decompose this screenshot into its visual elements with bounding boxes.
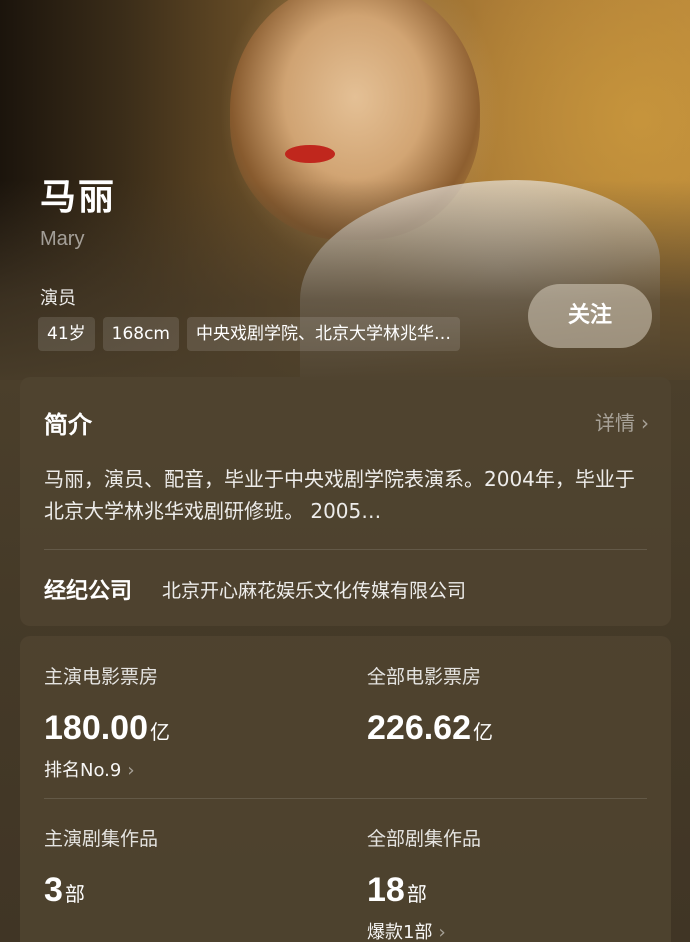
stats-card: 主演电影票房 180.00 亿 排名No.9 › 全部电影票房 226.62 亿 主演… (20, 636, 671, 942)
chevron-right-icon: › (438, 922, 446, 942)
chevron-right-icon: › (127, 760, 135, 781)
stat-value: 226.62 亿 (367, 709, 493, 748)
stat-lead-series: 主演剧集作品 3部 (44, 824, 158, 910)
stat-label: 主演电影票房 (44, 666, 159, 688)
stat-unit: 亿 (150, 720, 170, 744)
ranking-link[interactable]: 排名No.9 › (44, 756, 170, 782)
stat-value: 180.00 亿 (44, 709, 170, 748)
stat-value: 18 部 (367, 871, 481, 910)
divider (44, 798, 647, 799)
tag-age: 41岁 (38, 317, 95, 351)
artist-role: 演员 (40, 288, 76, 309)
divider (44, 549, 647, 550)
stat-all-series: 全部剧集作品 18 部 爆款1部 › (367, 824, 481, 942)
stat-lead-movie-box: 主演电影票房 180.00 亿 排名No.9 › (44, 662, 170, 782)
stat-all-movie-box: 全部电影票房 226.62 亿 (367, 662, 493, 748)
agency-label: 经纪公司 (44, 579, 133, 604)
agency-value[interactable]: 北京开心麻花娱乐文化传媒有限公司 (162, 576, 466, 603)
intro-title: 简介 (44, 411, 92, 439)
stat-number: 180.00 (44, 709, 148, 747)
stat-number: 3 (44, 871, 63, 909)
tag-height: 168cm (102, 317, 179, 351)
tag-school[interactable]: 中央戏剧学院、北京大学林兆华… (187, 317, 460, 351)
stat-unit: 亿 (473, 720, 493, 744)
stat-number: 226.62 (367, 709, 471, 747)
stat-unit: 部 (64, 882, 85, 906)
profile-tags: 41岁 168cm 中央戏剧学院、北京大学林兆华… (38, 317, 460, 351)
artist-english-name: Mary (40, 228, 85, 250)
hit-series-label: 爆款1部 (367, 922, 433, 942)
stat-label: 主演剧集作品 (44, 828, 159, 850)
chevron-right-icon: › (641, 411, 649, 435)
stat-number: 18 (367, 871, 405, 909)
ranking-label: 排名No.9 (44, 760, 122, 781)
artist-name: 马丽 (40, 177, 117, 218)
follow-button[interactable]: 关注 (528, 284, 652, 348)
intro-more-link[interactable]: 详情 › (595, 407, 649, 436)
stat-unit: 部 (406, 882, 427, 906)
hit-series-link[interactable]: 爆款1部 › (367, 918, 481, 942)
stat-value: 3部 (44, 871, 158, 910)
intro-text[interactable]: 马丽，演员、配音，毕业于中央戏剧学院表演系。2004年，毕业于北京大学林兆华戏剧… (44, 463, 639, 527)
stat-label: 全部剧集作品 (367, 828, 482, 850)
stat-label: 全部电影票房 (367, 666, 482, 688)
intro-card: 简介 详情 › 马丽，演员、配音，毕业于中央戏剧学院表演系。2004年，毕业于北京… (20, 377, 671, 626)
intro-more-label: 详情 (595, 411, 635, 435)
